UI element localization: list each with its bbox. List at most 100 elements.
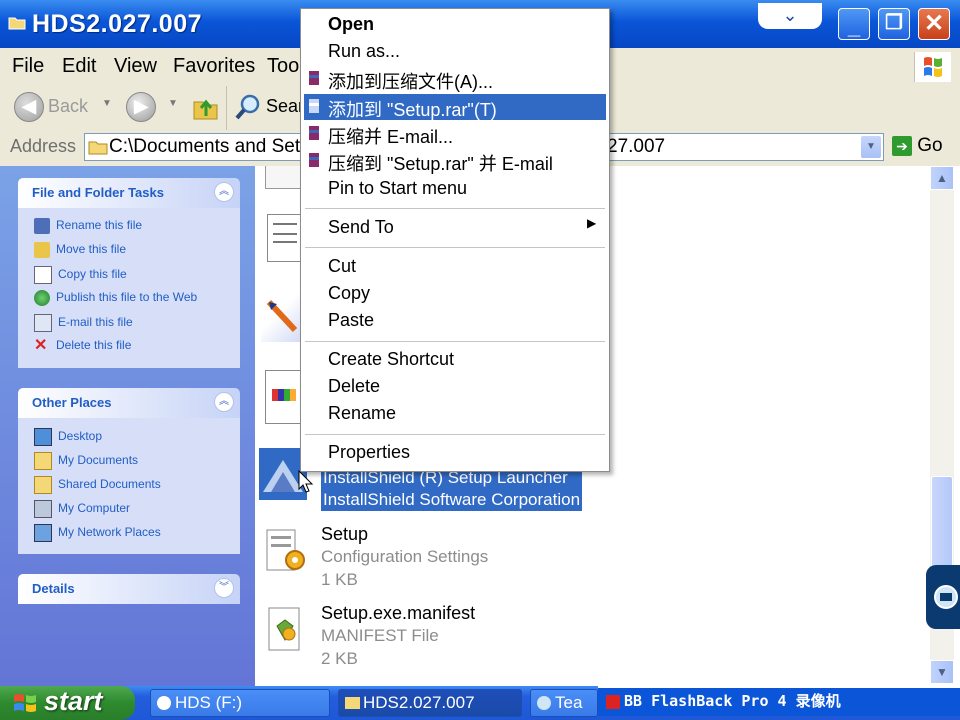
menu-tools[interactable]: Too: [267, 55, 299, 78]
shared-folder-icon: [34, 476, 52, 494]
maximize-button[interactable]: ❐: [878, 8, 910, 40]
recorder-titlebar[interactable]: BB FlashBack Pro 4 录像机: [598, 686, 960, 716]
file-size: 1 KB: [321, 570, 358, 589]
menu-add-to-setup-rar[interactable]: 添加到 "Setup.rar"(T): [328, 96, 497, 122]
menu-send-to[interactable]: Send To: [328, 217, 394, 238]
menu-run-as[interactable]: Run as...: [328, 41, 400, 62]
go-button[interactable]: ➔ Go: [892, 135, 943, 157]
window-file-icon[interactable]: [265, 370, 303, 424]
computer-icon: [34, 500, 52, 518]
folder-icon: [8, 17, 26, 30]
email-icon: [34, 314, 52, 332]
winrar-icon: [309, 99, 319, 113]
folder-icon: [345, 697, 360, 709]
file-tasks-panel-header[interactable]: File and Folder Tasks ︽: [18, 178, 240, 208]
chevron-up-icon: ▲: [936, 171, 948, 185]
taskbar-task-explorer[interactable]: HDS2.027.007: [338, 689, 522, 717]
file-icon[interactable]: [265, 166, 303, 189]
folder-icon: [88, 141, 108, 155]
menu-edit[interactable]: Edit: [62, 55, 96, 78]
task-rename[interactable]: Rename this file: [34, 218, 142, 234]
menu-file[interactable]: File: [12, 55, 44, 78]
start-label: start: [44, 686, 103, 716]
menu-pin-to-start[interactable]: Pin to Start menu: [328, 178, 467, 199]
file-tasks-panel: Rename this file Move this file Copy thi…: [18, 208, 240, 368]
expand-panel-icon[interactable]: ︾: [214, 578, 234, 598]
menu-open[interactable]: Open: [328, 14, 374, 35]
up-folder-button[interactable]: [192, 92, 220, 122]
config-file-icon[interactable]: [263, 526, 307, 578]
file-type: MANIFEST File: [321, 626, 439, 645]
scroll-up-button[interactable]: ▲: [930, 166, 954, 190]
installer-icon[interactable]: [261, 292, 305, 342]
task-move[interactable]: Move this file: [34, 242, 126, 258]
collapse-tab-button[interactable]: ⌄: [758, 3, 822, 29]
address-path-right: 27.007: [607, 136, 666, 157]
file-type: Configuration Settings: [321, 547, 489, 566]
menu-copy[interactable]: Copy: [328, 283, 370, 304]
file-name[interactable]: Setup: [321, 524, 368, 545]
text-file-icon[interactable]: [267, 214, 303, 262]
file-size: 2 KB: [321, 649, 358, 668]
globe-icon: [34, 290, 50, 306]
place-shared-documents[interactable]: Shared Documents: [34, 476, 161, 494]
menu-compress-setup-email[interactable]: 压缩到 "Setup.rar" 并 E-mail: [328, 150, 553, 176]
search-label[interactable]: Sear: [266, 96, 304, 117]
other-places-panel-header[interactable]: Other Places ︽: [18, 388, 240, 418]
file-name[interactable]: Setup.exe.manifest: [321, 603, 475, 624]
rename-icon: [34, 218, 50, 234]
menu-delete[interactable]: Delete: [328, 376, 380, 397]
file-company: InstallShield Software Corporation: [323, 490, 581, 509]
menu-separator: [305, 208, 605, 209]
recorder-gadget[interactable]: [926, 565, 960, 629]
menu-add-to-archive[interactable]: 添加到压缩文件(A)...: [328, 68, 493, 94]
task-delete[interactable]: ✕ Delete this file: [34, 338, 131, 354]
place-network[interactable]: My Network Places: [34, 524, 161, 542]
menu-rename[interactable]: Rename: [328, 403, 396, 424]
place-my-computer[interactable]: My Computer: [34, 500, 130, 518]
up-folder-icon: [193, 99, 218, 120]
forward-button[interactable]: ▶: [126, 92, 156, 122]
minimize-button[interactable]: _: [838, 8, 870, 40]
back-button[interactable]: ◀: [14, 92, 44, 122]
address-dropdown-button[interactable]: ▼: [861, 136, 881, 158]
menu-compress-email[interactable]: 压缩并 E-mail...: [328, 123, 453, 149]
folder-icon: [34, 452, 52, 470]
toolbar-divider: [226, 86, 227, 130]
details-panel-header[interactable]: Details ︾: [18, 574, 240, 604]
selected-file-labels[interactable]: InstallShield (R) Setup Launcher Install…: [321, 467, 583, 511]
menu-paste[interactable]: Paste: [328, 310, 374, 331]
menu-favorites[interactable]: Favorites: [173, 55, 255, 78]
menu-create-shortcut[interactable]: Create Shortcut: [328, 349, 454, 370]
menu-cut[interactable]: Cut: [328, 256, 356, 277]
task-copy[interactable]: Copy this file: [34, 266, 127, 284]
winrar-icon: [309, 126, 319, 140]
taskbar-task-tea[interactable]: Tea: [530, 689, 598, 717]
scroll-down-button[interactable]: ▼: [930, 660, 954, 684]
close-button[interactable]: ✕: [918, 8, 950, 40]
collapse-panel-icon[interactable]: ︽: [214, 182, 234, 202]
file-tasks-panel-title: File and Folder Tasks: [32, 185, 164, 200]
windows-logo-icon: [914, 52, 951, 82]
back-dropdown-icon[interactable]: ▼: [102, 98, 112, 109]
search-button[interactable]: [234, 92, 264, 122]
collapse-panel-icon[interactable]: ︽: [214, 392, 234, 412]
forward-dropdown-icon[interactable]: ▼: [168, 98, 178, 109]
drive-icon: [157, 696, 171, 710]
menu-properties[interactable]: Properties: [328, 442, 410, 463]
windows-flag-icon: [14, 694, 36, 712]
manifest-file-icon[interactable]: [263, 604, 307, 656]
place-desktop[interactable]: Desktop: [34, 428, 102, 446]
desktop-icon: [34, 428, 52, 446]
back-arrow-icon: ◀: [22, 96, 36, 116]
forward-arrow-icon: ▶: [134, 96, 148, 116]
taskbar-task-hds-drive[interactable]: HDS (F:): [150, 689, 330, 717]
task-email[interactable]: E-mail this file: [34, 314, 133, 332]
scroll-thumb[interactable]: [931, 476, 953, 576]
start-button[interactable]: start: [0, 686, 135, 720]
task-publish[interactable]: Publish this file to the Web: [34, 290, 197, 306]
address-label: Address: [10, 136, 77, 156]
place-my-documents[interactable]: My Documents: [34, 452, 138, 470]
context-menu: Open Run as... 添加到压缩文件(A)... 添加到 "Setup.…: [300, 8, 610, 472]
menu-view[interactable]: View: [114, 55, 157, 78]
